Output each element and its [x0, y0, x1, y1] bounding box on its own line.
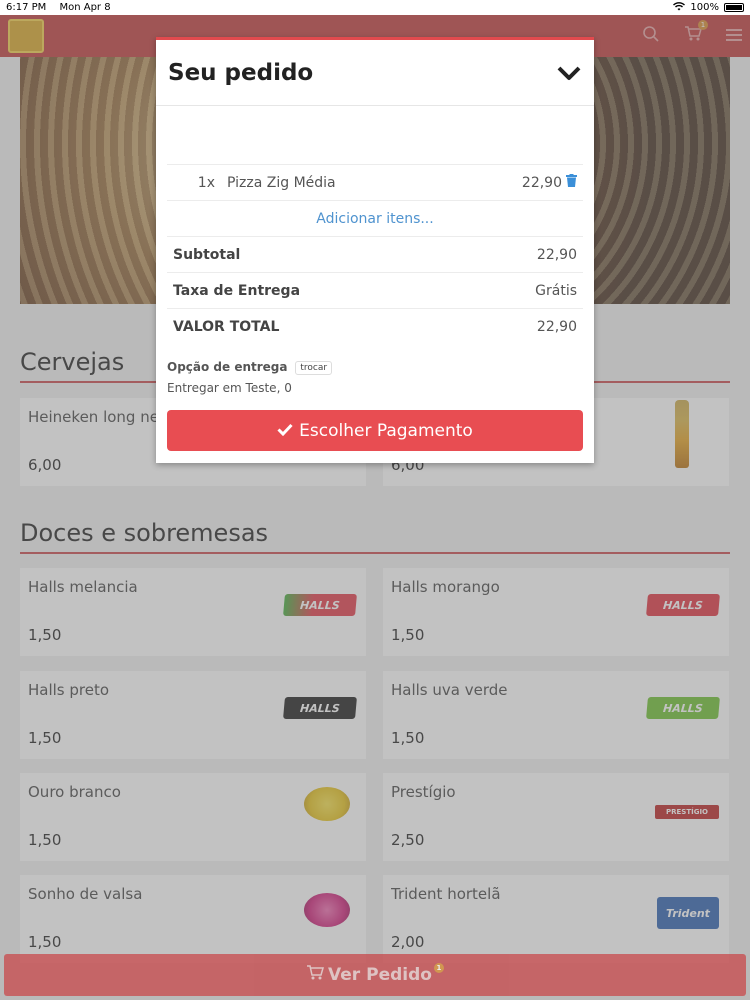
item-quantity: 1x	[197, 174, 215, 191]
order-item-row: 1x Pizza Zig Média 22,90	[167, 164, 583, 200]
add-items-link[interactable]: Adicionar itens...	[167, 200, 583, 236]
delivery-fee-value: Grátis	[535, 282, 577, 299]
chevron-down-icon[interactable]	[556, 60, 582, 86]
change-delivery-button[interactable]: trocar	[295, 360, 333, 375]
wifi-icon	[673, 1, 686, 14]
battery-percent: 100%	[690, 2, 719, 13]
delivery-fee-row: Taxa de Entrega Grátis	[167, 272, 583, 308]
check-icon	[277, 421, 293, 441]
view-order-label: Ver Pedido	[328, 965, 432, 985]
view-order-button[interactable]: Ver Pedido 1	[4, 954, 746, 996]
battery-icon	[724, 3, 744, 12]
subtotal-row: Subtotal 22,90	[167, 236, 583, 272]
status-bar: 6:17 PM Mon Apr 8 100%	[0, 0, 750, 15]
modal-title: Seu pedido	[168, 59, 314, 86]
status-time: 6:17 PM	[6, 2, 47, 13]
order-modal: Seu pedido 1x Pizza Zig Média 22,90 Adic…	[156, 37, 594, 463]
subtotal-label: Subtotal	[173, 246, 241, 263]
item-name: Pizza Zig Média	[227, 174, 336, 191]
order-count-badge: 1	[433, 963, 444, 973]
total-row: VALOR TOTAL 22,90	[167, 308, 583, 344]
choose-payment-label: Escolher Pagamento	[299, 420, 473, 441]
total-value: 22,90	[536, 318, 577, 335]
cart-icon	[306, 964, 325, 986]
trash-icon[interactable]	[566, 174, 577, 191]
delivery-address: Entregar em Teste, 0	[167, 380, 292, 395]
subtotal-value: 22,90	[536, 246, 577, 263]
delivery-option: Opção de entrega trocar Entregar em Test…	[167, 360, 333, 395]
choose-payment-button[interactable]: Escolher Pagamento	[167, 410, 583, 451]
delivery-option-label: Opção de entrega	[167, 360, 288, 374]
total-label: VALOR TOTAL	[173, 318, 280, 335]
modal-header: Seu pedido	[156, 40, 594, 106]
item-price: 22,90	[521, 174, 562, 191]
delivery-fee-label: Taxa de Entrega	[173, 282, 301, 299]
status-date: Mon Apr 8	[59, 2, 111, 13]
